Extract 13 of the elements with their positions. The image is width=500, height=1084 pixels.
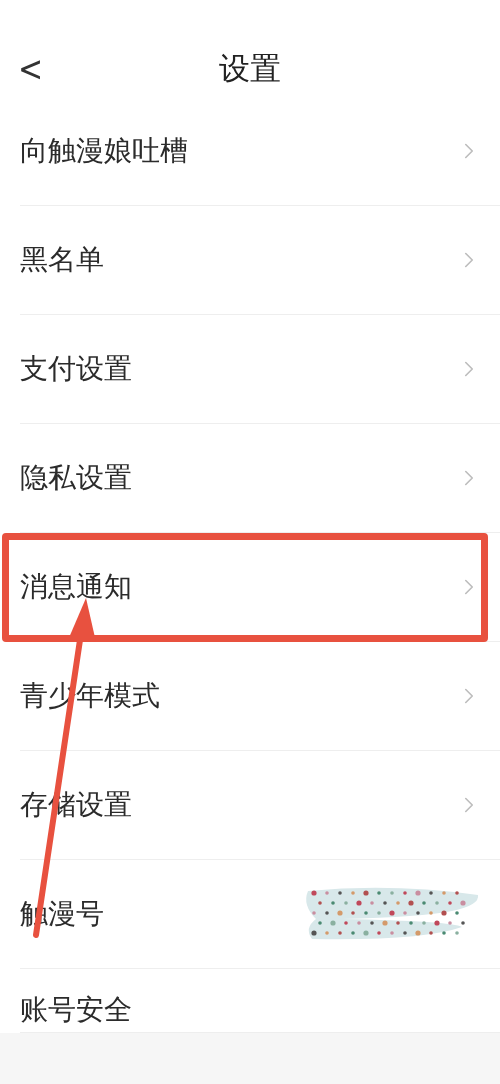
settings-row[interactable]: 黑名单 <box>20 206 500 315</box>
settings-row[interactable]: 支付设置 <box>20 315 500 424</box>
row-label: 隐私设置 <box>20 460 132 496</box>
back-button[interactable]: < <box>18 47 44 90</box>
settings-row[interactable]: 向触漫娘吐槽 <box>20 97 500 206</box>
page-title: 设置 <box>219 48 281 88</box>
settings-row[interactable]: 消息通知 <box>20 533 500 642</box>
row-label: 消息通知 <box>20 569 132 605</box>
row-label: 支付设置 <box>20 351 132 387</box>
row-label: 账号安全 <box>20 992 132 1028</box>
settings-row[interactable]: 隐私设置 <box>20 424 500 533</box>
row-label: 黑名单 <box>20 242 104 278</box>
row-label: 向触漫娘吐槽 <box>20 133 188 169</box>
